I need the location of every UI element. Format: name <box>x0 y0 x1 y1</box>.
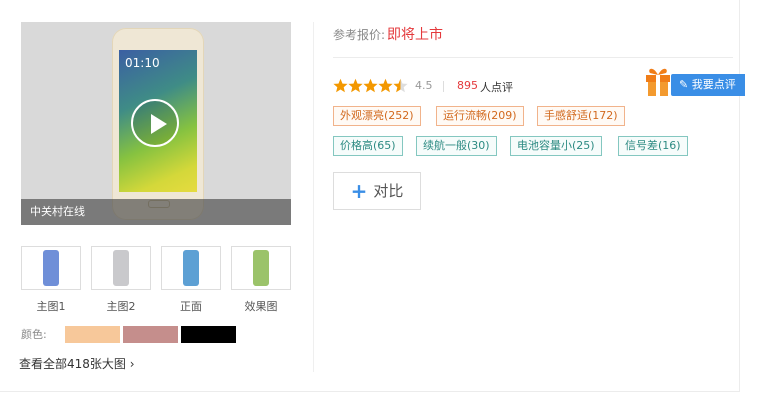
thumbnail-image <box>253 250 269 286</box>
thumbnail-image <box>43 250 59 286</box>
thumbnail-strip: 主图1 主图2 正面 效果图 <box>21 246 293 316</box>
divider <box>333 57 733 58</box>
price-row: 参考报价: 即将上市 <box>333 24 443 44</box>
thumbnail-main-1[interactable] <box>21 246 81 290</box>
color-label: 颜色: <box>21 328 47 341</box>
gift-icon <box>646 68 670 96</box>
price-value: 即将上市 <box>387 27 444 43</box>
positive-tag[interactable]: 运行流畅(209) <box>436 106 524 126</box>
thumbnail-label: 效果图 <box>244 300 278 313</box>
color-swatch-gold[interactable] <box>65 326 120 343</box>
negative-tag[interactable]: 续航一般(30) <box>416 136 497 156</box>
price-label: 参考报价: <box>333 28 386 42</box>
play-icon[interactable] <box>131 99 179 147</box>
video-caption: 中关村在线 <box>21 199 291 225</box>
thumbnail-image <box>113 250 129 286</box>
rating-score: 4.5 <box>415 79 433 92</box>
column-divider <box>313 22 314 372</box>
color-swatch-rose-gold[interactable] <box>123 326 178 343</box>
review-count[interactable]: 895 <box>457 79 478 92</box>
positive-tag[interactable]: 外观漂亮(252) <box>333 106 421 126</box>
write-review-button[interactable]: ✎ 我要点评 <box>671 74 745 96</box>
screen-time: 01:10 <box>125 56 160 70</box>
thumbnail-label: 主图2 <box>106 300 136 313</box>
compare-button[interactable]: + 对比 <box>333 172 421 210</box>
thumbnail-label: 主图1 <box>36 300 66 313</box>
negative-tag[interactable]: 信号差(16) <box>618 136 688 156</box>
thumbnail-front[interactable] <box>161 246 221 290</box>
plus-icon: + <box>350 179 368 203</box>
thumbnail-label: 正面 <box>180 300 202 313</box>
star-rating-icon <box>333 78 408 93</box>
positive-tag[interactable]: 手感舒适(172) <box>537 106 625 126</box>
thumbnail-effect[interactable] <box>231 246 291 290</box>
negative-tag[interactable]: 电池容量小(25) <box>510 136 602 156</box>
color-swatch-black[interactable] <box>181 326 236 343</box>
product-video[interactable]: 01:10 中关村在线 <box>21 22 291 225</box>
review-count-suffix[interactable]: 人点评 <box>480 79 513 95</box>
separator <box>443 81 444 92</box>
compare-label: 对比 <box>373 182 404 200</box>
view-all-pictures-link[interactable]: 查看全部418张大图 › <box>19 355 135 372</box>
thumbnail-main-2[interactable] <box>91 246 151 290</box>
negative-tag[interactable]: 价格高(65) <box>333 136 403 156</box>
thumbnail-image <box>183 250 199 286</box>
